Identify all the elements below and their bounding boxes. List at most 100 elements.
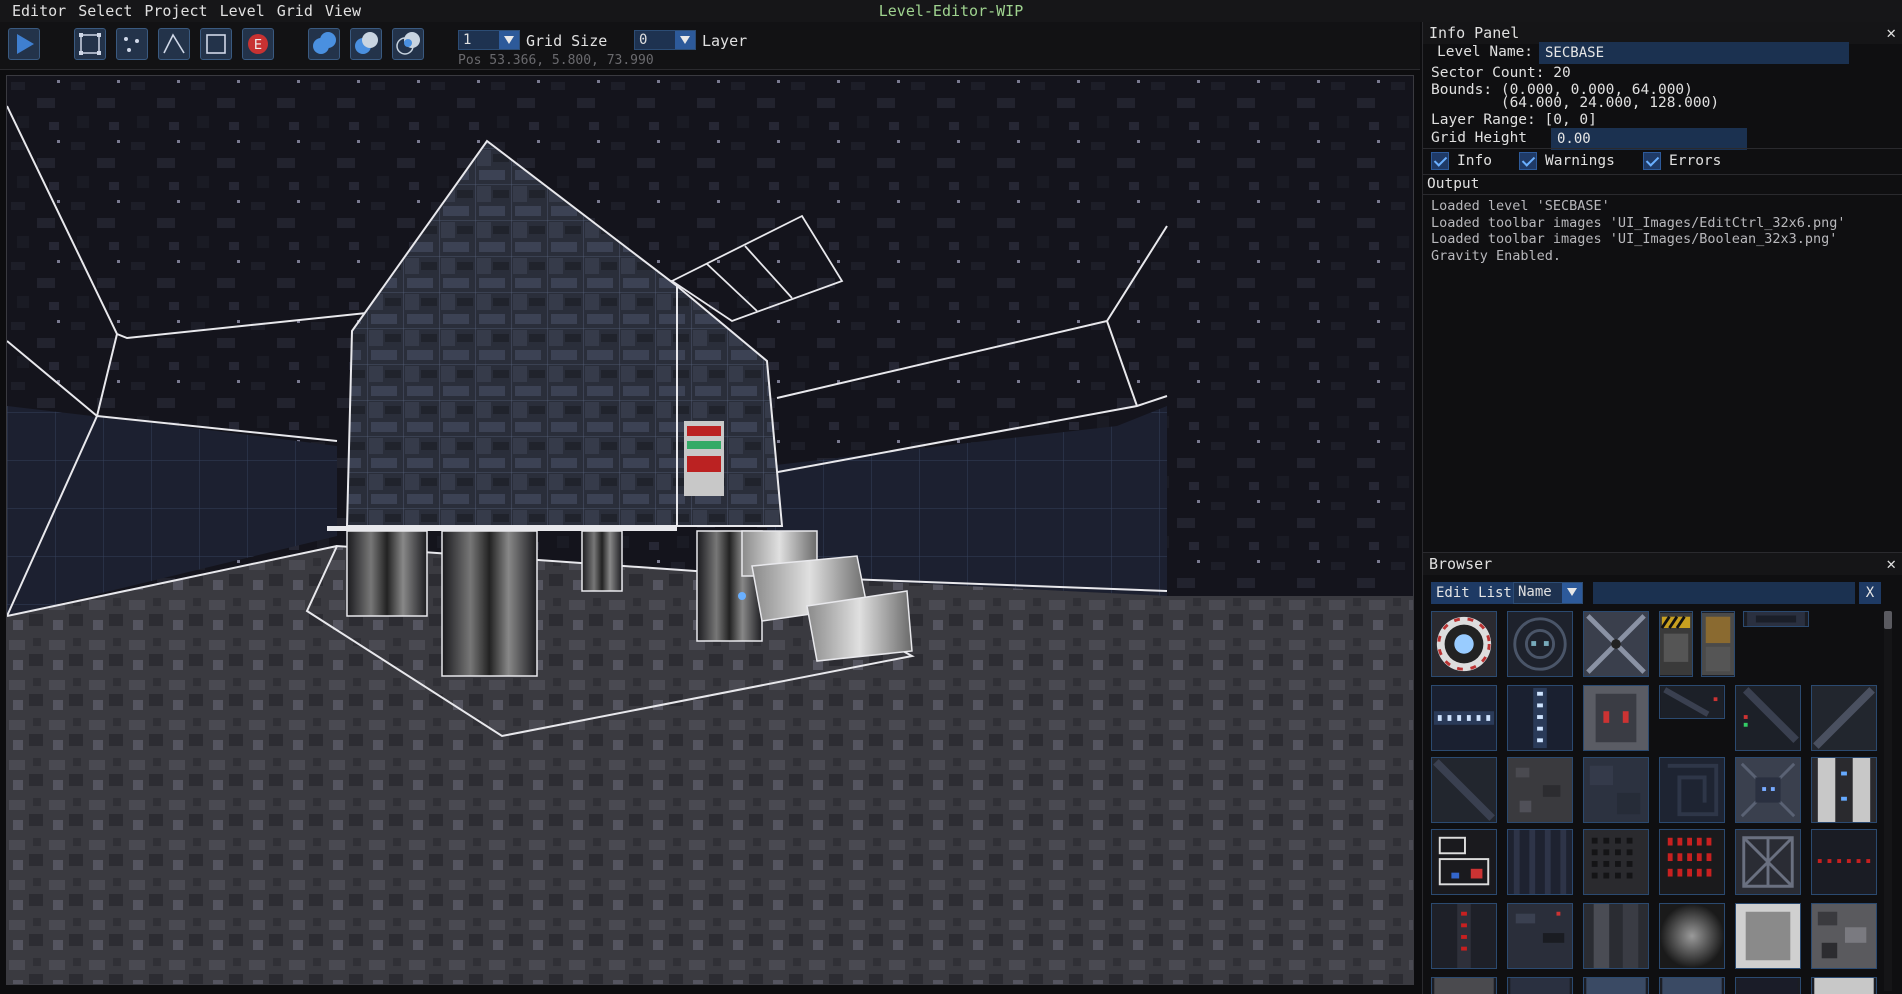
texture-thumbnail[interactable] [1583, 611, 1649, 677]
menu-grid[interactable]: Grid [271, 0, 319, 22]
warnings-filter-label: Warnings [1545, 153, 1615, 169]
info-filter-label: Info [1457, 153, 1492, 169]
output-line: Gravity Enabled. [1431, 248, 1562, 264]
browser-title: Browser [1429, 555, 1493, 573]
viewport-scene [7, 76, 1413, 984]
output-line: Loaded toolbar images 'UI_Images/EditCtr… [1431, 215, 1846, 231]
pipe-column-icon [1812, 758, 1876, 822]
boolean-intersect-button[interactable] [392, 28, 424, 60]
checkbox-checked-icon [1643, 152, 1661, 170]
chevron-down-icon [1562, 583, 1582, 603]
texture-thumbnail[interactable] [1811, 685, 1877, 751]
browser-header: Browser ✕ [1423, 553, 1902, 575]
texture-thumbnail[interactable] [1431, 685, 1497, 751]
close-icon[interactable]: ✕ [1886, 22, 1896, 44]
wedge-panel-icon [1660, 686, 1724, 718]
texture-thumbnail[interactable] [1735, 685, 1801, 751]
scrollbar-thumb[interactable] [1884, 611, 1892, 629]
close-icon[interactable]: ✕ [1886, 553, 1896, 575]
3d-viewport[interactable] [6, 75, 1414, 985]
boolean-subtract-button[interactable] [350, 28, 382, 60]
texture-thumbnail[interactable] [1659, 977, 1725, 994]
texture-thumbnail[interactable] [1811, 903, 1877, 969]
browser-filter-input[interactable] [1593, 582, 1855, 604]
edit-list-button[interactable]: Edit List [1431, 582, 1517, 604]
browser-scrollbar[interactable] [1884, 611, 1892, 991]
texture-thumbnail[interactable] [1659, 685, 1725, 719]
play-button[interactable] [8, 28, 40, 60]
texture-thumbnail[interactable] [1507, 977, 1573, 994]
texture-thumbnail[interactable] [1659, 903, 1725, 969]
select-sector-icon [79, 33, 101, 55]
texture-thumbnail[interactable] [1659, 829, 1725, 895]
metal-plate-icon [1584, 758, 1648, 822]
grid-height-field[interactable]: 0.00 [1551, 128, 1747, 150]
diagonal-panel-icon [1432, 758, 1496, 822]
texture-thumbnail[interactable] [1735, 757, 1801, 823]
framed-panel-icon [1736, 904, 1800, 968]
grate-round-icon [1508, 612, 1572, 676]
menu-editor[interactable]: Editor [0, 0, 72, 22]
grid-size-select[interactable]: 1 [458, 30, 520, 50]
checkbox-checked-icon [1431, 152, 1449, 170]
rock-texture-icon [1508, 758, 1572, 822]
texture-thumbnail[interactable] [1659, 757, 1725, 823]
texture-thumbnail[interactable] [1431, 903, 1497, 969]
console-panel-icon [1508, 904, 1572, 968]
mesh-grid-icon [1584, 830, 1648, 894]
texture-thumbnail[interactable] [1735, 977, 1801, 994]
info-filter-checkbox[interactable]: Info [1431, 152, 1492, 170]
errors-filter-checkbox[interactable]: Errors [1643, 152, 1721, 170]
divider [1423, 148, 1902, 149]
divider [1423, 174, 1902, 175]
vent-fan-icon [1432, 612, 1496, 676]
texture-thumbnail[interactable] [1743, 611, 1809, 627]
texture-thumbnail[interactable] [1659, 611, 1693, 677]
texture-thumbnail[interactable] [1735, 903, 1801, 969]
select-vertex-button[interactable] [116, 28, 148, 60]
warnings-filter-checkbox[interactable]: Warnings [1519, 152, 1615, 170]
menu-view[interactable]: View [319, 0, 367, 22]
level-name-field[interactable]: SECBASE [1539, 42, 1849, 64]
texture-thumbnail[interactable] [1431, 757, 1497, 823]
texture-thumbnail[interactable] [1507, 611, 1573, 677]
play-icon [17, 34, 34, 54]
menu-level[interactable]: Level [214, 0, 271, 22]
layer-select[interactable]: 0 [634, 30, 696, 50]
texture-thumbnail[interactable] [1507, 829, 1573, 895]
sort-select[interactable]: Name [1513, 582, 1583, 604]
texture-thumbnail[interactable] [1583, 685, 1649, 751]
texture-thumbnail[interactable] [1583, 829, 1649, 895]
texture-thumbnail[interactable] [1431, 829, 1497, 895]
texture-thumbnail[interactable] [1507, 903, 1573, 969]
entity-button[interactable]: E [242, 28, 274, 60]
texture-thumbnail[interactable] [1507, 685, 1573, 751]
texture-thumbnail[interactable] [1735, 829, 1801, 895]
texture-thumbnail[interactable] [1431, 611, 1497, 677]
select-wall-button[interactable] [158, 28, 190, 60]
metal-plate-icon [1510, 978, 1570, 994]
texture-thumbnail[interactable] [1701, 611, 1735, 677]
draw-rect-icon [206, 34, 226, 54]
diagonal-panel-icon [1736, 686, 1800, 750]
draw-rect-button[interactable] [200, 28, 232, 60]
texture-thumbnail[interactable] [1583, 757, 1649, 823]
texture-thumbnail[interactable] [1811, 977, 1877, 994]
toolbar: E 1 Grid Size 0 Layer Pos 53.366, 5.800,… [0, 22, 1420, 70]
bounds-max: (64.000, 24.000, 128.000) [1431, 95, 1720, 111]
texture-thumbnail[interactable] [1583, 903, 1649, 969]
clear-filter-button[interactable]: X [1859, 582, 1881, 604]
texture-thumbnail[interactable] [1507, 757, 1573, 823]
texture-thumbnail[interactable] [1431, 977, 1497, 994]
texture-thumbnail[interactable] [1583, 977, 1649, 994]
metal-plate-icon [1814, 978, 1874, 994]
texture-thumbnail[interactable] [1811, 829, 1877, 895]
vent-column-icon [1584, 904, 1648, 968]
boolean-union-button[interactable] [308, 28, 340, 60]
strip-panel-icon [1747, 612, 1805, 626]
menu-select[interactable]: Select [72, 0, 138, 22]
menu-project[interactable]: Project [138, 0, 213, 22]
texture-thumbnail[interactable] [1811, 757, 1877, 823]
select-sector-button[interactable] [74, 28, 106, 60]
entity-icon: E [248, 34, 268, 54]
